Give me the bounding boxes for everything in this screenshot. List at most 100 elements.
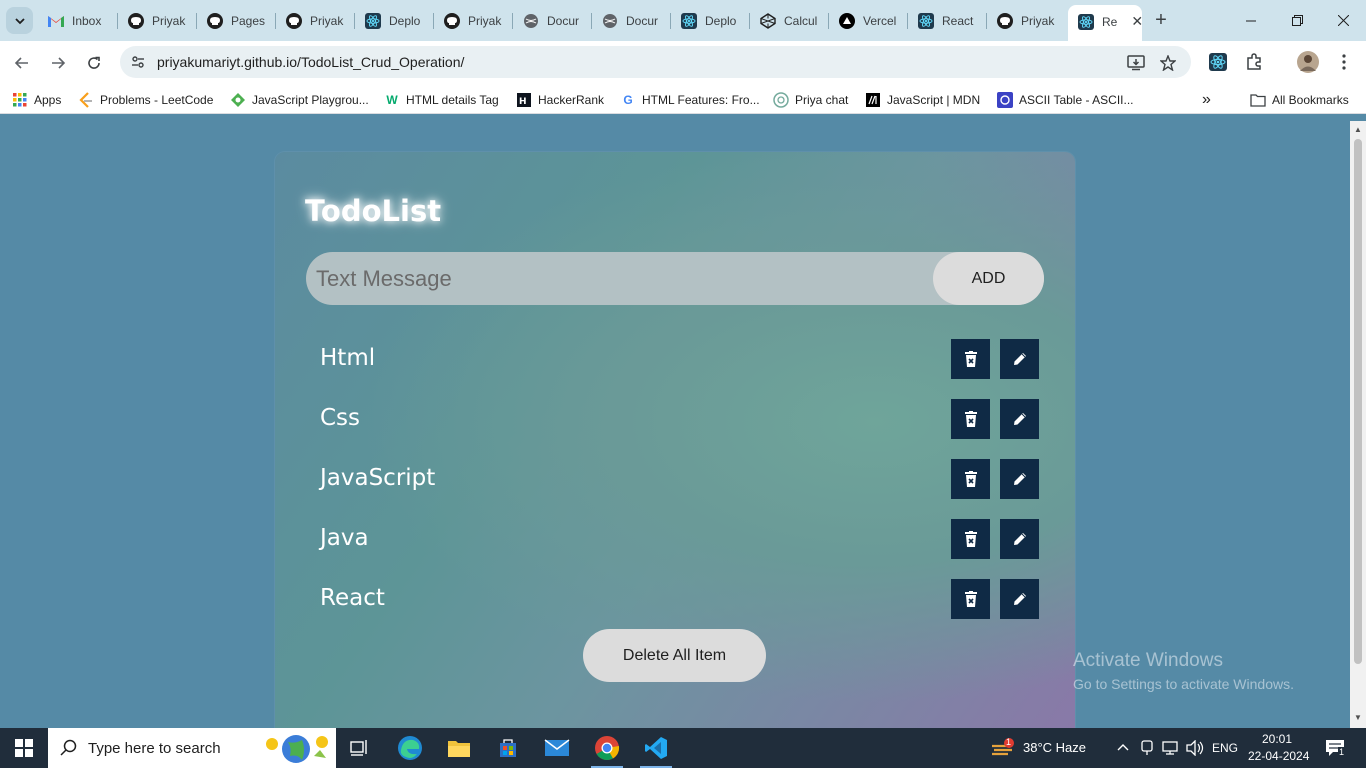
- delete-item-button[interactable]: [951, 459, 990, 499]
- bookmark-item[interactable]: ASCII Table - ASCII...: [997, 91, 1134, 109]
- delete-all-button[interactable]: Delete All Item: [583, 629, 766, 682]
- browser-tab[interactable]: Re ✕: [1068, 5, 1142, 41]
- edit-item-button[interactable]: [1000, 399, 1039, 439]
- delete-item-button[interactable]: [951, 339, 990, 379]
- browser-tab[interactable]: React: [908, 8, 987, 33]
- profile-avatar[interactable]: [1297, 51, 1319, 73]
- avatar-icon: [1297, 51, 1319, 73]
- forward-button[interactable]: [46, 51, 70, 75]
- browser-menu-button[interactable]: [1334, 52, 1354, 72]
- browser-tab[interactable]: Priyak: [987, 8, 1066, 33]
- bookmark-item[interactable]: JavaScript Playgrou...: [230, 91, 369, 109]
- back-button[interactable]: [10, 51, 34, 75]
- start-button[interactable]: [0, 728, 48, 768]
- clock-time[interactable]: 20:01: [1262, 732, 1292, 746]
- activate-windows-watermark: Activate Windows Go to Settings to activ…: [1073, 650, 1294, 692]
- taskbar-mail[interactable]: [533, 728, 581, 768]
- tab-search-button[interactable]: [6, 7, 33, 34]
- page-viewport: TodoList ADD HtmlCssJavaScriptJavaReact …: [0, 121, 1350, 728]
- browser-tab[interactable]: Docur: [592, 8, 671, 33]
- show-hidden-icons-button[interactable]: [1116, 741, 1130, 758]
- mail-icon: [544, 739, 570, 756]
- todo-text-input[interactable]: [316, 252, 926, 305]
- bookmarks-bar: Apps Problems - LeetCode JavaScript Playgr…: [0, 85, 1366, 114]
- bookmark-item[interactable]: Priya chat: [773, 91, 848, 109]
- delete-item-button[interactable]: [951, 399, 990, 439]
- arrow-left-icon: [14, 57, 28, 69]
- add-button[interactable]: ADD: [933, 252, 1044, 305]
- all-bookmarks-button[interactable]: All Bookmarks: [1250, 91, 1349, 109]
- star-icon: [1160, 55, 1176, 71]
- tab-label: Priyak: [152, 13, 186, 28]
- browser-tab[interactable]: Calcul: [750, 8, 829, 33]
- taskbar-chrome[interactable]: [583, 728, 631, 768]
- browser-tab[interactable]: Docur: [513, 8, 592, 33]
- install-app-button[interactable]: [1126, 53, 1146, 73]
- react-icon: [1078, 13, 1094, 30]
- language-indicator[interactable]: ENG: [1212, 741, 1238, 755]
- github-icon: [997, 12, 1013, 29]
- extensions-button[interactable]: [1244, 52, 1264, 72]
- notification-center-button[interactable]: 1: [1325, 739, 1346, 760]
- minimize-button[interactable]: [1228, 0, 1274, 41]
- more-bookmarks-button[interactable]: »: [1202, 91, 1211, 109]
- site-settings-icon[interactable]: [130, 54, 146, 70]
- close-window-button[interactable]: [1320, 0, 1366, 41]
- react-devtools-extension[interactable]: [1208, 52, 1228, 72]
- bookmark-item[interactable]: W HTML details Tag: [384, 91, 498, 109]
- bookmark-item[interactable]: JavaScript | MDN: [865, 91, 980, 109]
- weather-text[interactable]: 38°C Haze: [1023, 740, 1086, 755]
- address-bar[interactable]: priyakumariyt.github.io/TodoList_Crud_Op…: [120, 46, 1191, 78]
- gmail-icon: [48, 13, 64, 29]
- edit-item-button[interactable]: [1000, 519, 1039, 559]
- browser-tab[interactable]: Priyak: [118, 8, 197, 33]
- edit-item-button[interactable]: [1000, 459, 1039, 499]
- taskbar-vscode[interactable]: [632, 728, 680, 768]
- browser-tab[interactable]: Priyak: [276, 8, 355, 33]
- trash-icon: [964, 471, 978, 487]
- scroll-up-icon[interactable]: ▲: [1354, 125, 1362, 134]
- browser-tab[interactable]: Vercel: [829, 8, 908, 33]
- browser-tab[interactable]: Priyak: [434, 8, 513, 33]
- bookmark-item[interactable]: G HTML Features: Fro...: [620, 91, 759, 109]
- clock-date[interactable]: 22-04-2024: [1248, 749, 1309, 763]
- taskbar-store[interactable]: [484, 728, 532, 768]
- taskbar-edge[interactable]: [386, 728, 434, 768]
- bookmark-item[interactable]: Apps: [12, 91, 61, 109]
- delete-item-button[interactable]: [951, 519, 990, 559]
- page-scrollbar[interactable]: ▲ ▼: [1350, 121, 1366, 728]
- weather-badge: 1: [1006, 737, 1012, 747]
- bookmark-item[interactable]: H HackerRank: [516, 91, 604, 109]
- search-highlight-icon: [266, 735, 328, 763]
- windows-logo-icon: [15, 739, 33, 757]
- reload-button[interactable]: [82, 51, 106, 75]
- speaker-icon: [1186, 739, 1204, 757]
- todo-item-label: Css: [320, 405, 361, 431]
- todo-item: JavaScript: [320, 459, 1040, 499]
- edit-item-button[interactable]: [1000, 339, 1039, 379]
- scroll-down-icon[interactable]: ▼: [1354, 713, 1362, 722]
- meet-now-button[interactable]: [1140, 740, 1154, 759]
- taskbar-file-explorer[interactable]: [435, 728, 483, 768]
- browser-tab[interactable]: Deplo: [355, 8, 434, 33]
- close-tab-icon[interactable]: ✕: [1131, 13, 1142, 30]
- browser-tab[interactable]: Pages: [197, 8, 276, 33]
- delete-item-button[interactable]: [951, 579, 990, 619]
- network-button[interactable]: [1162, 740, 1180, 759]
- apps-grid-icon: [12, 92, 28, 108]
- tab-label: Priyak: [310, 13, 344, 28]
- task-view-button[interactable]: [336, 728, 384, 768]
- new-tab-button[interactable]: +: [1150, 10, 1172, 32]
- bookmark-item[interactable]: Problems - LeetCode: [78, 91, 213, 109]
- volume-button[interactable]: [1186, 739, 1204, 759]
- taskbar-search[interactable]: Type here to search: [48, 728, 336, 768]
- edit-item-button[interactable]: [1000, 579, 1039, 619]
- pencil-icon: [1012, 351, 1028, 367]
- url-text[interactable]: priyakumariyt.github.io/TodoList_Crud_Op…: [157, 54, 464, 70]
- scrollbar-thumb[interactable]: [1354, 139, 1362, 664]
- browser-tab[interactable]: Deplo: [671, 8, 750, 33]
- weather-widget[interactable]: [990, 738, 1016, 763]
- bookmark-star-button[interactable]: [1158, 53, 1178, 73]
- restore-button[interactable]: [1274, 0, 1320, 41]
- browser-tab[interactable]: Inbox: [38, 8, 118, 33]
